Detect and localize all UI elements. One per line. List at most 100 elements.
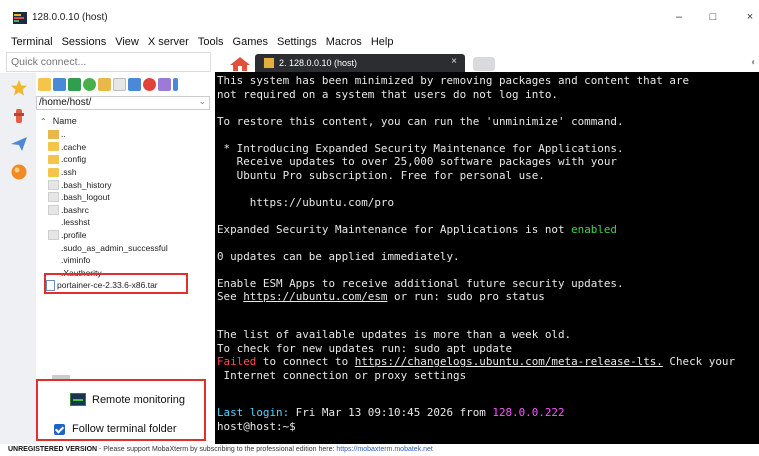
file-row[interactable]: .bashrc	[48, 204, 168, 217]
menu-bar: Terminal Sessions View X server Tools Ga…	[0, 33, 759, 51]
file-icon	[48, 230, 59, 241]
star-icon[interactable]	[10, 79, 28, 97]
file-icon	[48, 243, 59, 252]
file-row[interactable]: .config	[48, 153, 168, 166]
file-name: .bashrc	[61, 204, 89, 215]
delete-icon[interactable]	[143, 78, 156, 91]
file-row[interactable]: .bash_history	[48, 178, 168, 191]
file-list: .. .cache .config .ssh .bash_history .ba…	[46, 128, 168, 292]
monitoring-panel: Remote monitoring Follow terminal folder	[36, 379, 206, 441]
download-icon[interactable]	[53, 78, 66, 91]
file-name: .config	[61, 154, 87, 165]
terminal-line: not required on a system that users do n…	[217, 87, 558, 101]
tab-terminal-session[interactable]: 2. 128.0.0.10 (host) ×	[255, 54, 465, 72]
tab-menu-icon[interactable]: ◐	[751, 57, 757, 68]
file-name: .sudo_as_admin_successful	[61, 242, 168, 253]
upload-icon[interactable]	[68, 78, 81, 91]
send-icon[interactable]	[10, 135, 28, 153]
last-login-label: Last login:	[217, 406, 290, 419]
copy-icon[interactable]	[128, 78, 141, 91]
file-name: .bash_history	[61, 179, 112, 190]
file-icon	[48, 218, 59, 227]
path-text: /home/host/	[39, 97, 92, 108]
terminal-output[interactable]: This system has been minimized by removi…	[215, 72, 759, 444]
column-header-name[interactable]: ⌃ Name	[40, 116, 77, 126]
terminal-text: See	[217, 290, 244, 303]
menu-view[interactable]: View	[115, 36, 139, 48]
globe-icon[interactable]	[10, 163, 28, 181]
rename-icon[interactable]	[158, 78, 171, 91]
file-name: .viminfo	[61, 255, 91, 266]
remote-monitoring-label: Remote monitoring	[92, 393, 185, 406]
terminal-line: To restore this content, you can run the…	[217, 114, 624, 128]
tab-close-icon[interactable]: ×	[451, 56, 457, 67]
folder-up-icon[interactable]	[38, 78, 51, 91]
file-name: .cache	[61, 141, 87, 152]
new-folder-icon[interactable]	[98, 78, 111, 91]
terminal-line: Last login: Fri Mar 13 09:10:45 2026 fro…	[217, 406, 565, 419]
minimize-button[interactable]: –	[669, 9, 689, 25]
file-name: ..	[61, 129, 66, 140]
terminal-line: See https://ubuntu.com/esm or run: sudo …	[217, 290, 545, 303]
menu-games[interactable]: Games	[233, 36, 268, 48]
menu-terminal[interactable]: Terminal	[11, 36, 53, 48]
properties-icon[interactable]	[173, 78, 178, 91]
file-row[interactable]: ..	[48, 128, 168, 141]
parent-folder-icon	[48, 129, 59, 139]
tab-label: 2. 128.0.0.10 (host)	[279, 58, 358, 68]
status-enabled: enabled	[571, 222, 617, 236]
new-file-icon[interactable]	[113, 78, 126, 91]
file-name: .profile	[61, 230, 87, 241]
mobaxterm-link[interactable]: https://mobaxterm.mobatek.net	[336, 446, 433, 453]
follow-terminal-folder-label: Follow terminal folder	[72, 423, 177, 435]
menu-settings[interactable]: Settings	[277, 36, 317, 48]
esm-link[interactable]: https://ubuntu.com/esm	[243, 290, 387, 303]
file-row[interactable]: .profile	[48, 229, 168, 242]
file-row[interactable]: .viminfo	[48, 254, 168, 267]
window-title: 128.0.0.10 (host)	[32, 12, 108, 23]
terminal-text: to connect to	[256, 355, 355, 368]
tools-icon[interactable]	[10, 107, 28, 125]
file-row[interactable]: .bash_logout	[48, 191, 168, 204]
file-name: .bash_logout	[61, 192, 110, 203]
file-row[interactable]: .lesshst	[48, 216, 168, 229]
refresh-icon[interactable]	[83, 78, 96, 91]
monitor-icon	[70, 393, 86, 406]
follow-terminal-folder-checkbox[interactable]	[54, 423, 65, 435]
folder-icon	[48, 154, 59, 164]
status-message: - Please support MobaXterm by subscribin…	[97, 446, 337, 453]
quick-connect-input[interactable]	[11, 54, 201, 70]
folder-icon	[48, 167, 59, 177]
menu-tools[interactable]: Tools	[198, 36, 224, 48]
menu-sessions[interactable]: Sessions	[62, 36, 107, 48]
file-toolbar	[38, 76, 178, 94]
folder-icon	[48, 142, 59, 152]
chevron-down-icon[interactable]: ⌄	[198, 96, 206, 107]
tab-bar: 2. 128.0.0.10 (host) × ◐	[215, 54, 759, 72]
file-icon	[48, 179, 59, 190]
menu-help[interactable]: Help	[371, 36, 394, 48]
maximize-button[interactable]: □	[703, 9, 723, 25]
terminal-line: Receive updates to over 25,000 software …	[217, 155, 617, 168]
file-row[interactable]: .ssh	[48, 166, 168, 179]
follow-terminal-folder-option[interactable]: Follow terminal folder	[54, 423, 177, 435]
home-icon[interactable]	[229, 56, 251, 72]
menu-x-server[interactable]: X server	[148, 36, 189, 48]
file-icon	[48, 204, 59, 215]
close-button[interactable]: ×	[740, 9, 759, 25]
terminal-line: * Introducing Expanded Security Maintena…	[217, 141, 624, 155]
file-row[interactable]: .cache	[48, 141, 168, 154]
file-icon	[48, 192, 59, 203]
remote-monitoring-button[interactable]: Remote monitoring	[70, 393, 185, 406]
new-tab-button[interactable]	[473, 57, 495, 71]
column-header-label: Name	[52, 116, 77, 126]
file-name: .ssh	[61, 167, 77, 178]
path-field[interactable]: /home/host/ ⌄	[36, 96, 210, 110]
menu-macros[interactable]: Macros	[326, 36, 362, 48]
highlight-box-tar-file	[44, 273, 188, 294]
terminal-line: To check for new updates run: sudo apt u…	[217, 341, 513, 355]
changelogs-link[interactable]: https://changelogs.ubuntu.com/meta-relea…	[355, 355, 663, 368]
file-row[interactable]: .sudo_as_admin_successful	[48, 241, 168, 254]
status-failed: Failed	[217, 355, 257, 368]
terminal-line: Ubuntu Pro subscription. Free for person…	[217, 168, 545, 182]
